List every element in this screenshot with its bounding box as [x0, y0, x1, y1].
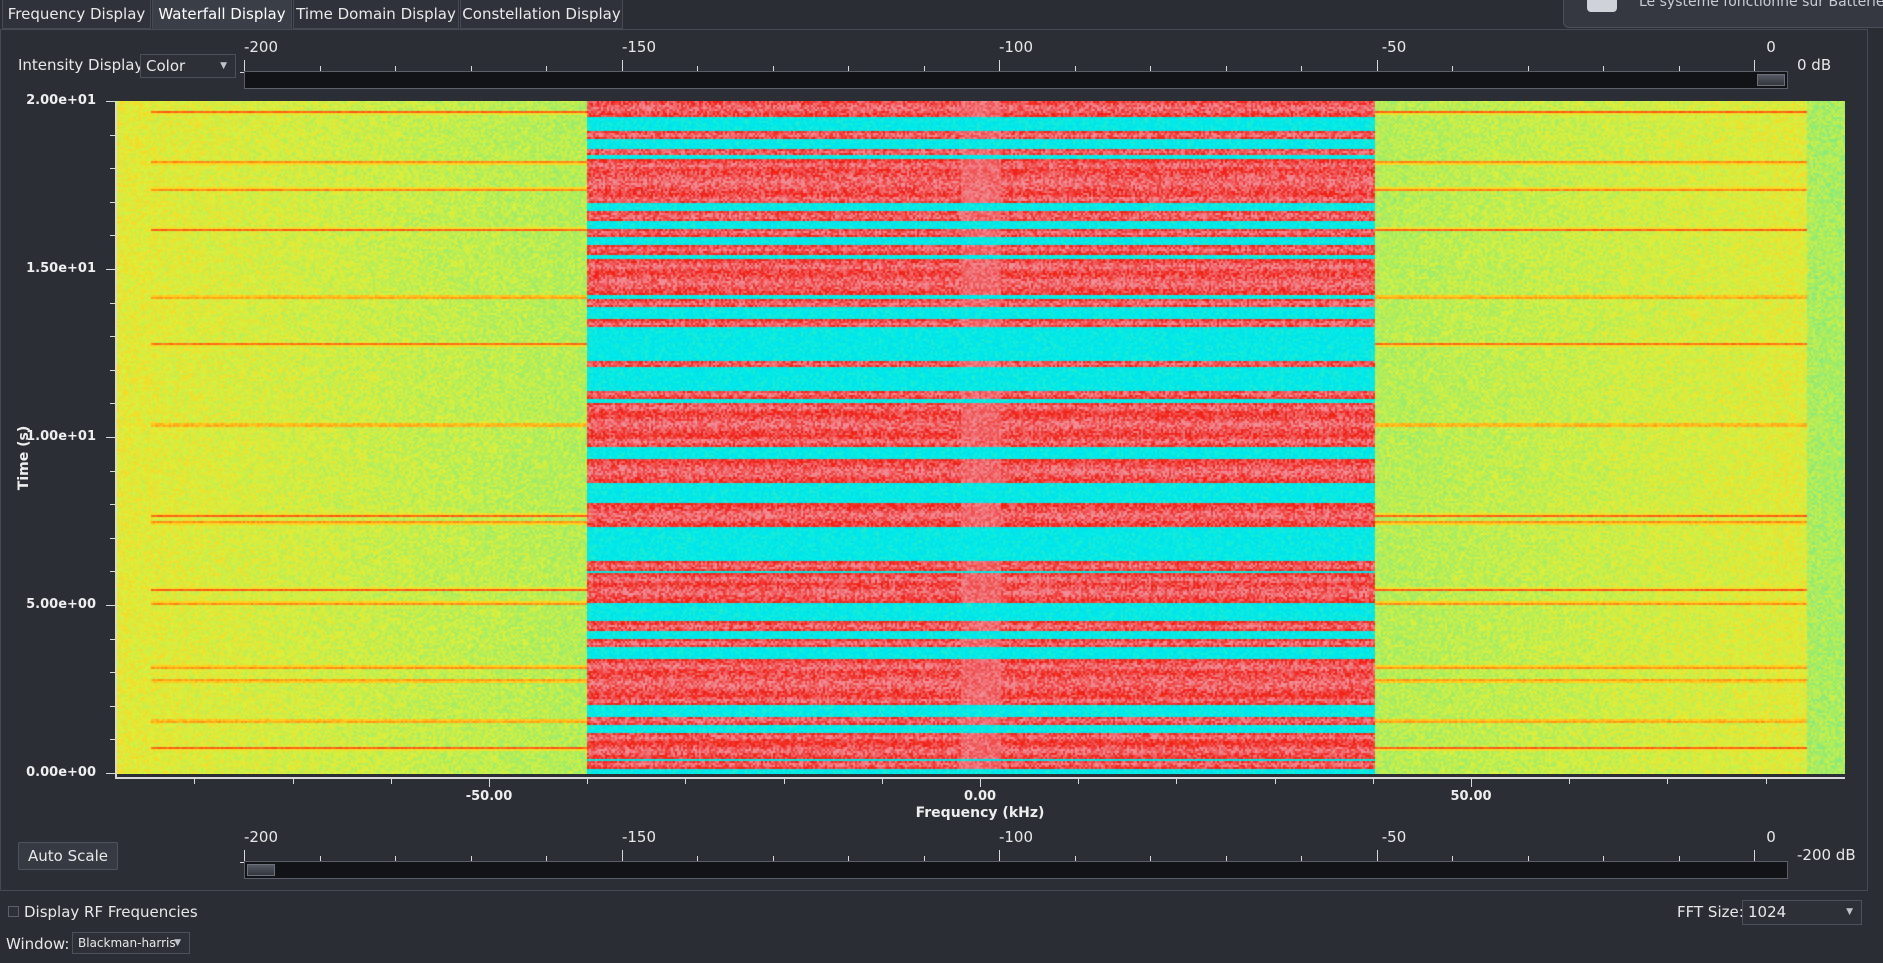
x-tick — [980, 779, 981, 787]
y-minor-tick — [110, 672, 115, 674]
x-tick-label: -50.00 — [465, 789, 513, 804]
y-tick — [106, 605, 115, 606]
top-slider-handle[interactable] — [1757, 74, 1785, 86]
x-tick — [1372, 779, 1374, 784]
y-tick-label: 1.50e+01 — [26, 261, 96, 276]
fft-size-select[interactable]: 1024 ▼ — [1742, 900, 1862, 925]
y-tick — [106, 773, 115, 774]
x-axis-title: Frequency (kHz) — [915, 805, 1045, 821]
top-scale-tick-label: 0 — [1766, 38, 1776, 56]
y-tick-label: 0.00e+00 — [26, 765, 96, 780]
x-tick-label: 50.00 — [1450, 789, 1492, 804]
window-select[interactable]: Blackman-harris ▼ — [72, 932, 190, 954]
intensity-display-value: Color — [146, 57, 186, 75]
chevron-down-icon: ▼ — [1846, 907, 1853, 917]
top-scale-tick-label: -100 — [998, 38, 1034, 56]
top-scale-tick-label: -150 — [621, 38, 657, 56]
x-tick — [390, 779, 392, 784]
fft-size-label: FFT Size: — [1677, 903, 1744, 921]
y-tick — [106, 269, 115, 270]
top-intensity-slider[interactable] — [244, 71, 1788, 89]
y-minor-tick — [110, 201, 115, 203]
bottom-scale-tick-label: 0 — [1766, 828, 1776, 846]
x-tick — [1765, 779, 1767, 784]
y-tick — [106, 101, 115, 102]
bottom-scale-tick-label: -100 — [998, 828, 1034, 846]
window-label: Window: — [6, 935, 70, 953]
y-minor-tick — [110, 235, 115, 237]
bottom-scale-tick-label: -200 — [243, 828, 279, 846]
y-minor-tick — [110, 168, 115, 170]
x-tick — [1078, 779, 1080, 784]
x-tick — [489, 779, 490, 787]
y-minor-tick — [110, 537, 115, 539]
chevron-down-icon: ▼ — [174, 938, 181, 948]
y-minor-tick — [110, 705, 115, 707]
notification-icon — [1587, 0, 1617, 12]
tab-time-domain-display[interactable]: Time Domain Display — [293, 0, 459, 29]
x-tick — [1471, 779, 1472, 787]
window-value: Blackman-harris — [78, 936, 176, 950]
intensity-display-select[interactable]: Color ▼ — [140, 54, 236, 78]
fft-size-value: 1024 — [1748, 903, 1787, 921]
x-tick — [1176, 779, 1178, 784]
auto-scale-button[interactable]: Auto Scale — [18, 842, 118, 870]
y-minor-tick — [110, 470, 115, 472]
x-tick — [587, 779, 589, 784]
waterfall-heatmap[interactable] — [115, 101, 1845, 774]
y-tick-label: 1.00e+01 — [26, 429, 96, 444]
y-minor-tick — [110, 302, 115, 304]
y-minor-tick — [110, 403, 115, 405]
tab-waterfall-display[interactable]: Waterfall Display — [152, 0, 292, 29]
y-minor-tick — [110, 504, 115, 506]
x-tick — [1569, 779, 1571, 784]
intensity-display-label: Intensity Display: — [18, 56, 148, 74]
y-minor-tick — [110, 571, 115, 573]
battery-notification: Le système fonctionne sur Batterie — [1563, 0, 1883, 28]
bottom-slider-handle[interactable] — [247, 864, 275, 876]
tab-constellation-display[interactable]: Constellation Display — [460, 0, 623, 29]
y-minor-tick — [110, 369, 115, 371]
top-scale-value-label: 0 dB — [1797, 56, 1832, 74]
y-minor-tick — [110, 336, 115, 338]
x-tick — [685, 779, 687, 784]
notification-text: Le système fonctionne sur Batterie — [1639, 0, 1883, 10]
chevron-down-icon: ▼ — [220, 61, 227, 71]
bottom-scale-value-label: -200 dB — [1797, 846, 1856, 864]
display-rf-frequencies-checkbox[interactable] — [8, 906, 19, 917]
y-tick-label: 2.00e+01 — [26, 93, 96, 108]
x-tick — [1274, 779, 1276, 784]
y-minor-tick — [110, 638, 115, 640]
x-tick — [194, 779, 196, 784]
tab-frequency-display[interactable]: Frequency Display — [2, 0, 151, 29]
x-tick-label: 0.00 — [963, 789, 997, 804]
x-tick — [783, 779, 785, 784]
y-tick — [106, 437, 115, 438]
display-rf-frequencies-label: Display RF Frequencies — [24, 903, 198, 921]
x-tick — [292, 779, 294, 784]
top-scale-tick-label: -200 — [243, 38, 279, 56]
y-axis-line — [115, 101, 117, 779]
y-tick-label: 5.00e+00 — [26, 597, 96, 612]
bottom-scale-tick-label: -150 — [621, 828, 657, 846]
bottom-intensity-slider[interactable] — [244, 861, 1788, 879]
y-minor-tick — [110, 739, 115, 741]
y-minor-tick — [110, 134, 115, 136]
top-scale-tick-label: -50 — [1381, 38, 1407, 56]
x-tick — [881, 779, 883, 784]
x-tick — [1667, 779, 1669, 784]
bottom-scale-tick-label: -50 — [1381, 828, 1407, 846]
